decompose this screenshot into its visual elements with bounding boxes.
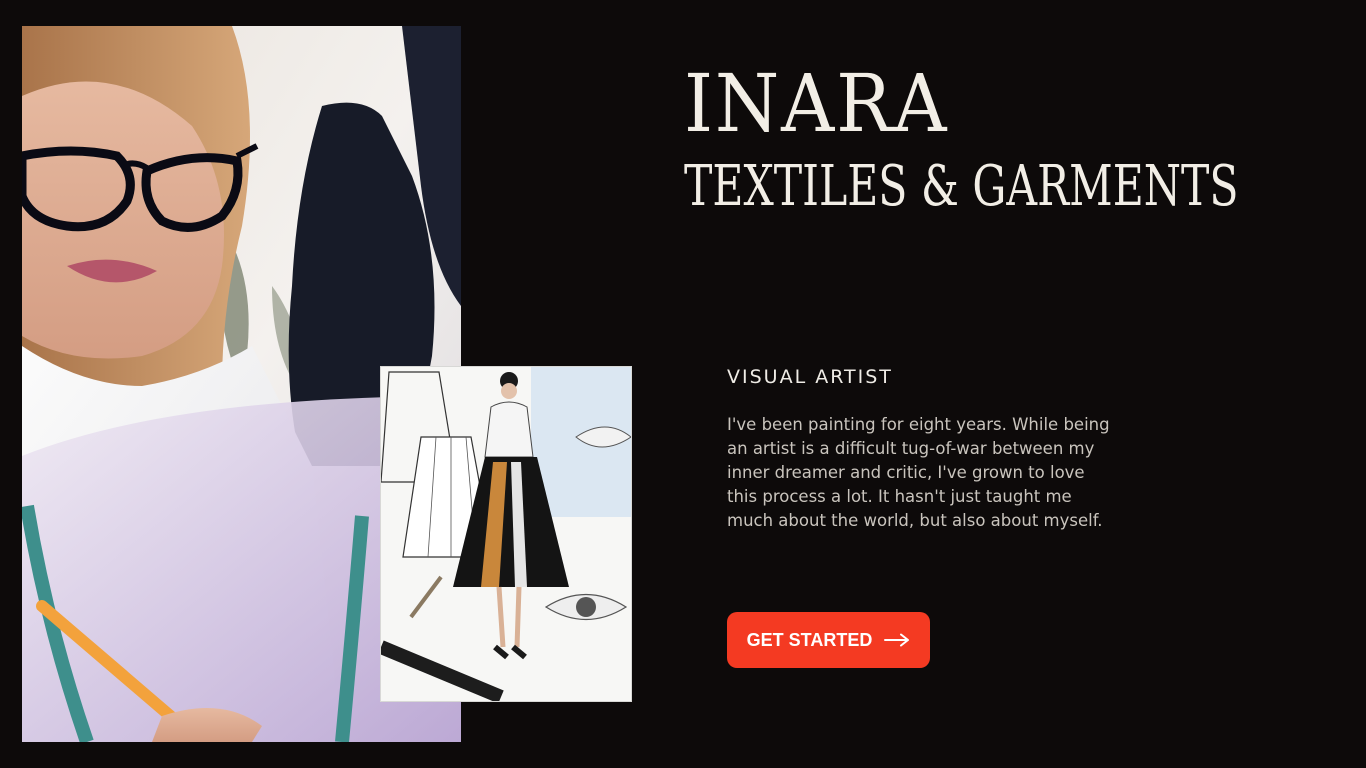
landing-page: INARA TEXTILES & GARMENTS VISUAL ARTIST …: [0, 0, 1366, 768]
fashion-sketch-photo: [381, 367, 631, 701]
bio-text: I've been painting for eight years. Whil…: [727, 415, 1110, 530]
get-started-label: GET STARTED: [746, 629, 873, 650]
brand-subtitle: TEXTILES & GARMENTS: [684, 154, 1239, 219]
get-started-button[interactable]: GET STARTED: [727, 612, 930, 668]
brand-title: INARA: [684, 57, 949, 150]
role-label: VISUAL ARTIST: [727, 366, 893, 388]
arrow-right-icon: [884, 633, 910, 647]
